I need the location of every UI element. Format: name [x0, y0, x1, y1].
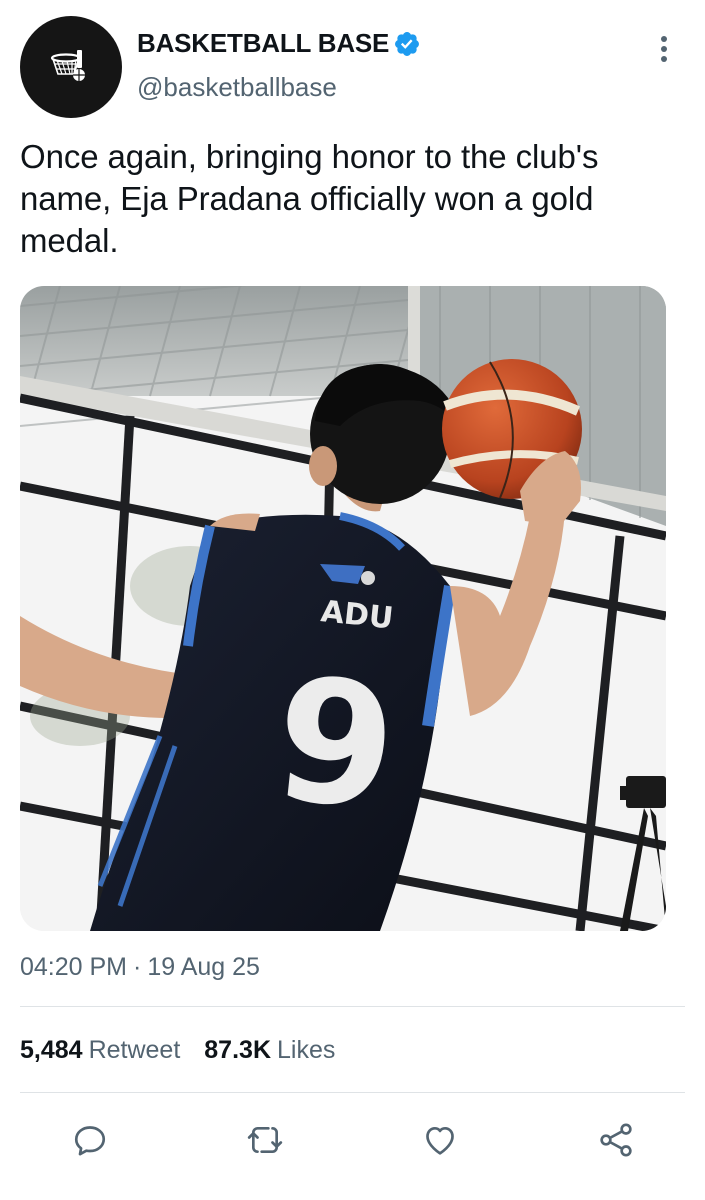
basketball-player-photo: ADU 9 — [20, 286, 666, 931]
tweet-header: BASKETBALL BASE @basketballbase — [0, 0, 705, 130]
jersey-number: 9 — [266, 640, 404, 849]
likes-stat[interactable]: 87.3K Likes — [204, 1036, 335, 1065]
share-button[interactable] — [592, 1116, 640, 1164]
likes-label: Likes — [277, 1036, 336, 1064]
retweets-label: Retweet — [88, 1036, 181, 1064]
retweet-button[interactable] — [241, 1116, 289, 1164]
tweet-photo[interactable]: ADU 9 — [20, 286, 666, 931]
handle[interactable]: @basketballbase — [137, 72, 337, 103]
retweet-icon — [247, 1127, 283, 1153]
like-button[interactable] — [416, 1116, 464, 1164]
more-options-button[interactable] — [648, 33, 680, 65]
tweet-text: Once again, bringing honor to the club's… — [20, 138, 599, 259]
retweets-stat[interactable]: 5,484 Retweet — [20, 1036, 180, 1065]
retweets-count: 5,484 — [20, 1036, 83, 1064]
reply-button[interactable] — [66, 1116, 114, 1164]
tweet-time: 04:20 PM — [20, 953, 128, 981]
divider — [20, 1092, 685, 1093]
verified-badge-icon — [393, 30, 421, 58]
reply-icon — [74, 1126, 106, 1156]
tweet-actions — [0, 1116, 705, 1166]
avatar[interactable] — [20, 16, 122, 118]
tweet-timestamp[interactable]: 04:20 PM · 19 Aug 25 — [20, 953, 260, 982]
likes-count: 87.3K — [204, 1036, 271, 1064]
display-name-row[interactable]: BASKETBALL BASE — [137, 28, 421, 59]
basketball-hoop-icon — [50, 50, 85, 81]
display-name[interactable]: BASKETBALL BASE — [137, 28, 389, 59]
heart-icon — [426, 1127, 454, 1155]
divider — [20, 1006, 685, 1007]
timestamp-separator: · — [133, 953, 142, 981]
share-icon — [600, 1123, 632, 1157]
more-vertical-icon — [661, 36, 667, 62]
tweet-date: 19 Aug 25 — [147, 953, 260, 981]
tweet-stats: 5,484 Retweet 87.3K Likes — [20, 1036, 359, 1065]
